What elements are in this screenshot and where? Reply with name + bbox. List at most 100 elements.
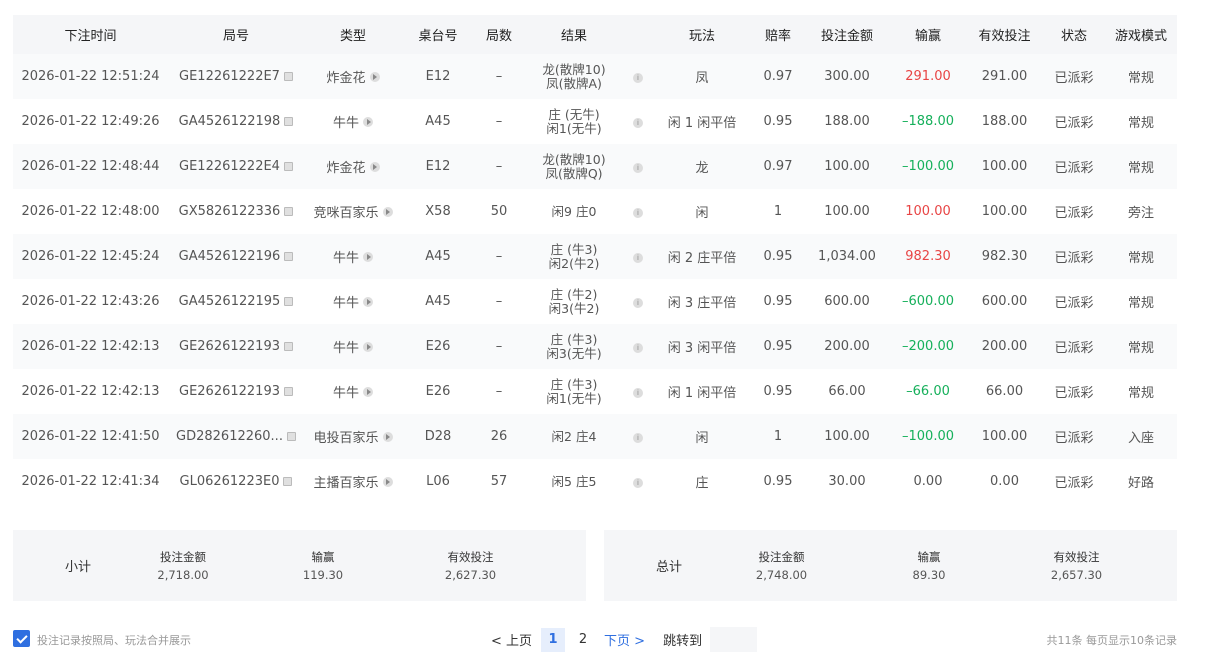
round-count-cell: 50 xyxy=(490,204,508,219)
play-replay-icon[interactable] xyxy=(363,386,373,397)
page-1-button[interactable]: 1 xyxy=(541,627,566,652)
merge-checkbox-label[interactable]: 投注记录按照局、玩法合并展示 xyxy=(37,632,191,648)
play-replay-icon[interactable] xyxy=(369,161,380,172)
play-cell: 闲 3 闲平倍 xyxy=(667,341,737,356)
status-text: 已派彩 xyxy=(1054,341,1094,356)
play-cell: 闲 xyxy=(695,206,709,221)
subtotal-bet-label: 投注金额 xyxy=(160,550,206,564)
table-row: 2026-01-22 12:42:13 GE2626122193 牛牛 E26 – 庄 (… xyxy=(13,369,1177,414)
info-icon[interactable]: i xyxy=(633,73,643,83)
info-icon[interactable]: i xyxy=(633,118,643,128)
game-mode-cell: 常规 xyxy=(1127,161,1154,176)
copy-icon[interactable] xyxy=(283,477,293,486)
info-icon[interactable]: i xyxy=(633,478,643,488)
subtotal-title: 小计 xyxy=(64,560,91,575)
type-cell: 牛牛 xyxy=(304,324,402,369)
type-cell: 牛牛 xyxy=(304,369,402,414)
copy-icon[interactable] xyxy=(284,387,293,396)
info-icon[interactable]: i xyxy=(633,298,643,308)
prev-page-button[interactable]: < 上页 xyxy=(491,630,532,649)
header-type: 类型 xyxy=(339,29,366,44)
play-replay-icon[interactable] xyxy=(369,71,380,82)
bet-amount-cell: 30.00 xyxy=(828,474,866,489)
status-mode-cell: 已派彩 xyxy=(1043,99,1105,144)
result-line-1: 龙(散牌10) xyxy=(542,151,606,167)
type-cell: 炸金花 xyxy=(304,54,402,99)
copy-icon[interactable] xyxy=(283,162,293,171)
total-bet-value: 2,748.00 xyxy=(755,568,808,582)
copy-icon[interactable] xyxy=(284,342,293,351)
bet-amount-cell: 100.00 xyxy=(824,429,870,444)
odds-cell: 0.95 xyxy=(763,114,793,129)
header-bet-time: 下注时间 xyxy=(64,29,117,44)
status-text: 已派彩 xyxy=(1054,386,1094,401)
type-cell: 炸金花 xyxy=(304,144,402,189)
next-page-button[interactable]: 下页 > xyxy=(604,630,645,649)
play-replay-icon[interactable] xyxy=(363,341,373,352)
status-text: 已派彩 xyxy=(1054,476,1094,491)
status-text: 已派彩 xyxy=(1054,161,1094,176)
play-replay-icon[interactable] xyxy=(363,296,373,307)
result-line-2: 闲1(无牛) xyxy=(546,390,602,406)
win-loss-cell: –200.00 xyxy=(902,339,954,354)
type-text: 主播百家乐 xyxy=(313,476,379,491)
play-replay-icon[interactable] xyxy=(363,116,373,127)
result-line-1: 庄 (牛2) xyxy=(550,286,598,302)
round-count-cell: – xyxy=(495,249,503,264)
info-icon[interactable]: i xyxy=(633,163,643,173)
result-cell: 庄 (牛2) 闲3(牛2) xyxy=(524,279,624,324)
result-cell: 庄 (无牛) 闲1(无牛) xyxy=(524,99,624,144)
status-text: 已派彩 xyxy=(1054,206,1094,221)
copy-icon[interactable] xyxy=(284,252,294,261)
round-id-cell: GA4526122196 xyxy=(168,234,304,279)
game-mode-cell: 常规 xyxy=(1127,296,1154,311)
type-text: 牛牛 xyxy=(332,116,359,131)
copy-icon[interactable] xyxy=(284,117,294,126)
info-icon[interactable]: i xyxy=(633,343,643,353)
info-icon[interactable]: i xyxy=(633,253,643,263)
result-info-cell: i xyxy=(624,414,652,459)
info-icon[interactable]: i xyxy=(633,208,643,218)
win-loss-cell: 291.00 xyxy=(905,69,951,84)
info-icon[interactable]: i xyxy=(633,433,643,443)
type-text: 竞咪百家乐 xyxy=(313,206,379,221)
play-replay-icon[interactable] xyxy=(382,206,393,217)
play-replay-icon[interactable] xyxy=(382,476,393,487)
subtotal-panel: 小计 投注金额 2,718.00 输赢 119.30 有效投注 2,627.30 xyxy=(13,530,586,601)
table-row: 2026-01-22 12:43:26 GA4526122195 牛牛 A45 – 庄 (… xyxy=(13,279,1177,324)
bet-time-cell: 2026-01-22 12:48:00 xyxy=(21,204,160,219)
round-id-cell: GD282612260... xyxy=(168,414,304,459)
table-row: 2026-01-22 12:51:24 GE12261222E7 炸金花 E12 – 龙(… xyxy=(13,54,1177,99)
round-id-cell: GE12261222E4 xyxy=(168,144,304,189)
type-text: 炸金花 xyxy=(326,161,366,176)
status-text: 已派彩 xyxy=(1054,116,1094,131)
table-row: 2026-01-22 12:48:00 GX5826122336 竞咪百家乐 X58 5… xyxy=(13,189,1177,234)
result-cell: 闲2 庄4 xyxy=(524,414,624,459)
bet-records-table: 下注时间 局号 类型 桌台号 局数 结果 玩法 赔率 投注金额 输赢 有效投注 … xyxy=(13,15,1177,504)
result-line-2: 闲3(牛2) xyxy=(548,300,600,316)
play-replay-icon[interactable] xyxy=(382,431,393,442)
jump-page-input[interactable] xyxy=(710,627,758,652)
header-status-mode: 状态 xyxy=(1043,15,1105,54)
result-cell: 闲9 庄0 xyxy=(524,189,624,234)
round-count-cell: – xyxy=(495,339,503,354)
info-icon[interactable]: i xyxy=(633,388,643,398)
copy-icon[interactable] xyxy=(283,72,293,81)
bet-amount-cell: 100.00 xyxy=(824,159,870,174)
bet-amount-cell: 600.00 xyxy=(824,294,870,309)
copy-icon[interactable] xyxy=(286,432,296,441)
status-mode-cell: 已派彩 xyxy=(1043,144,1105,189)
status-mode-cell: 已派彩 xyxy=(1043,414,1105,459)
header-bet-amount: 投注金额 xyxy=(820,29,873,44)
status-mode-cell: 已派彩 xyxy=(1043,189,1105,234)
copy-icon[interactable] xyxy=(284,207,294,216)
copy-icon[interactable] xyxy=(284,297,294,306)
table-no-cell: A45 xyxy=(425,114,451,129)
odds-cell: 0.97 xyxy=(763,159,793,174)
merge-checkbox[interactable] xyxy=(13,630,30,647)
round-count-cell: – xyxy=(495,159,503,174)
odds-cell: 0.95 xyxy=(763,384,793,399)
header-odds: 赔率 xyxy=(764,29,791,44)
play-replay-icon[interactable] xyxy=(363,251,373,262)
page-2-button[interactable]: 2 xyxy=(571,628,595,652)
